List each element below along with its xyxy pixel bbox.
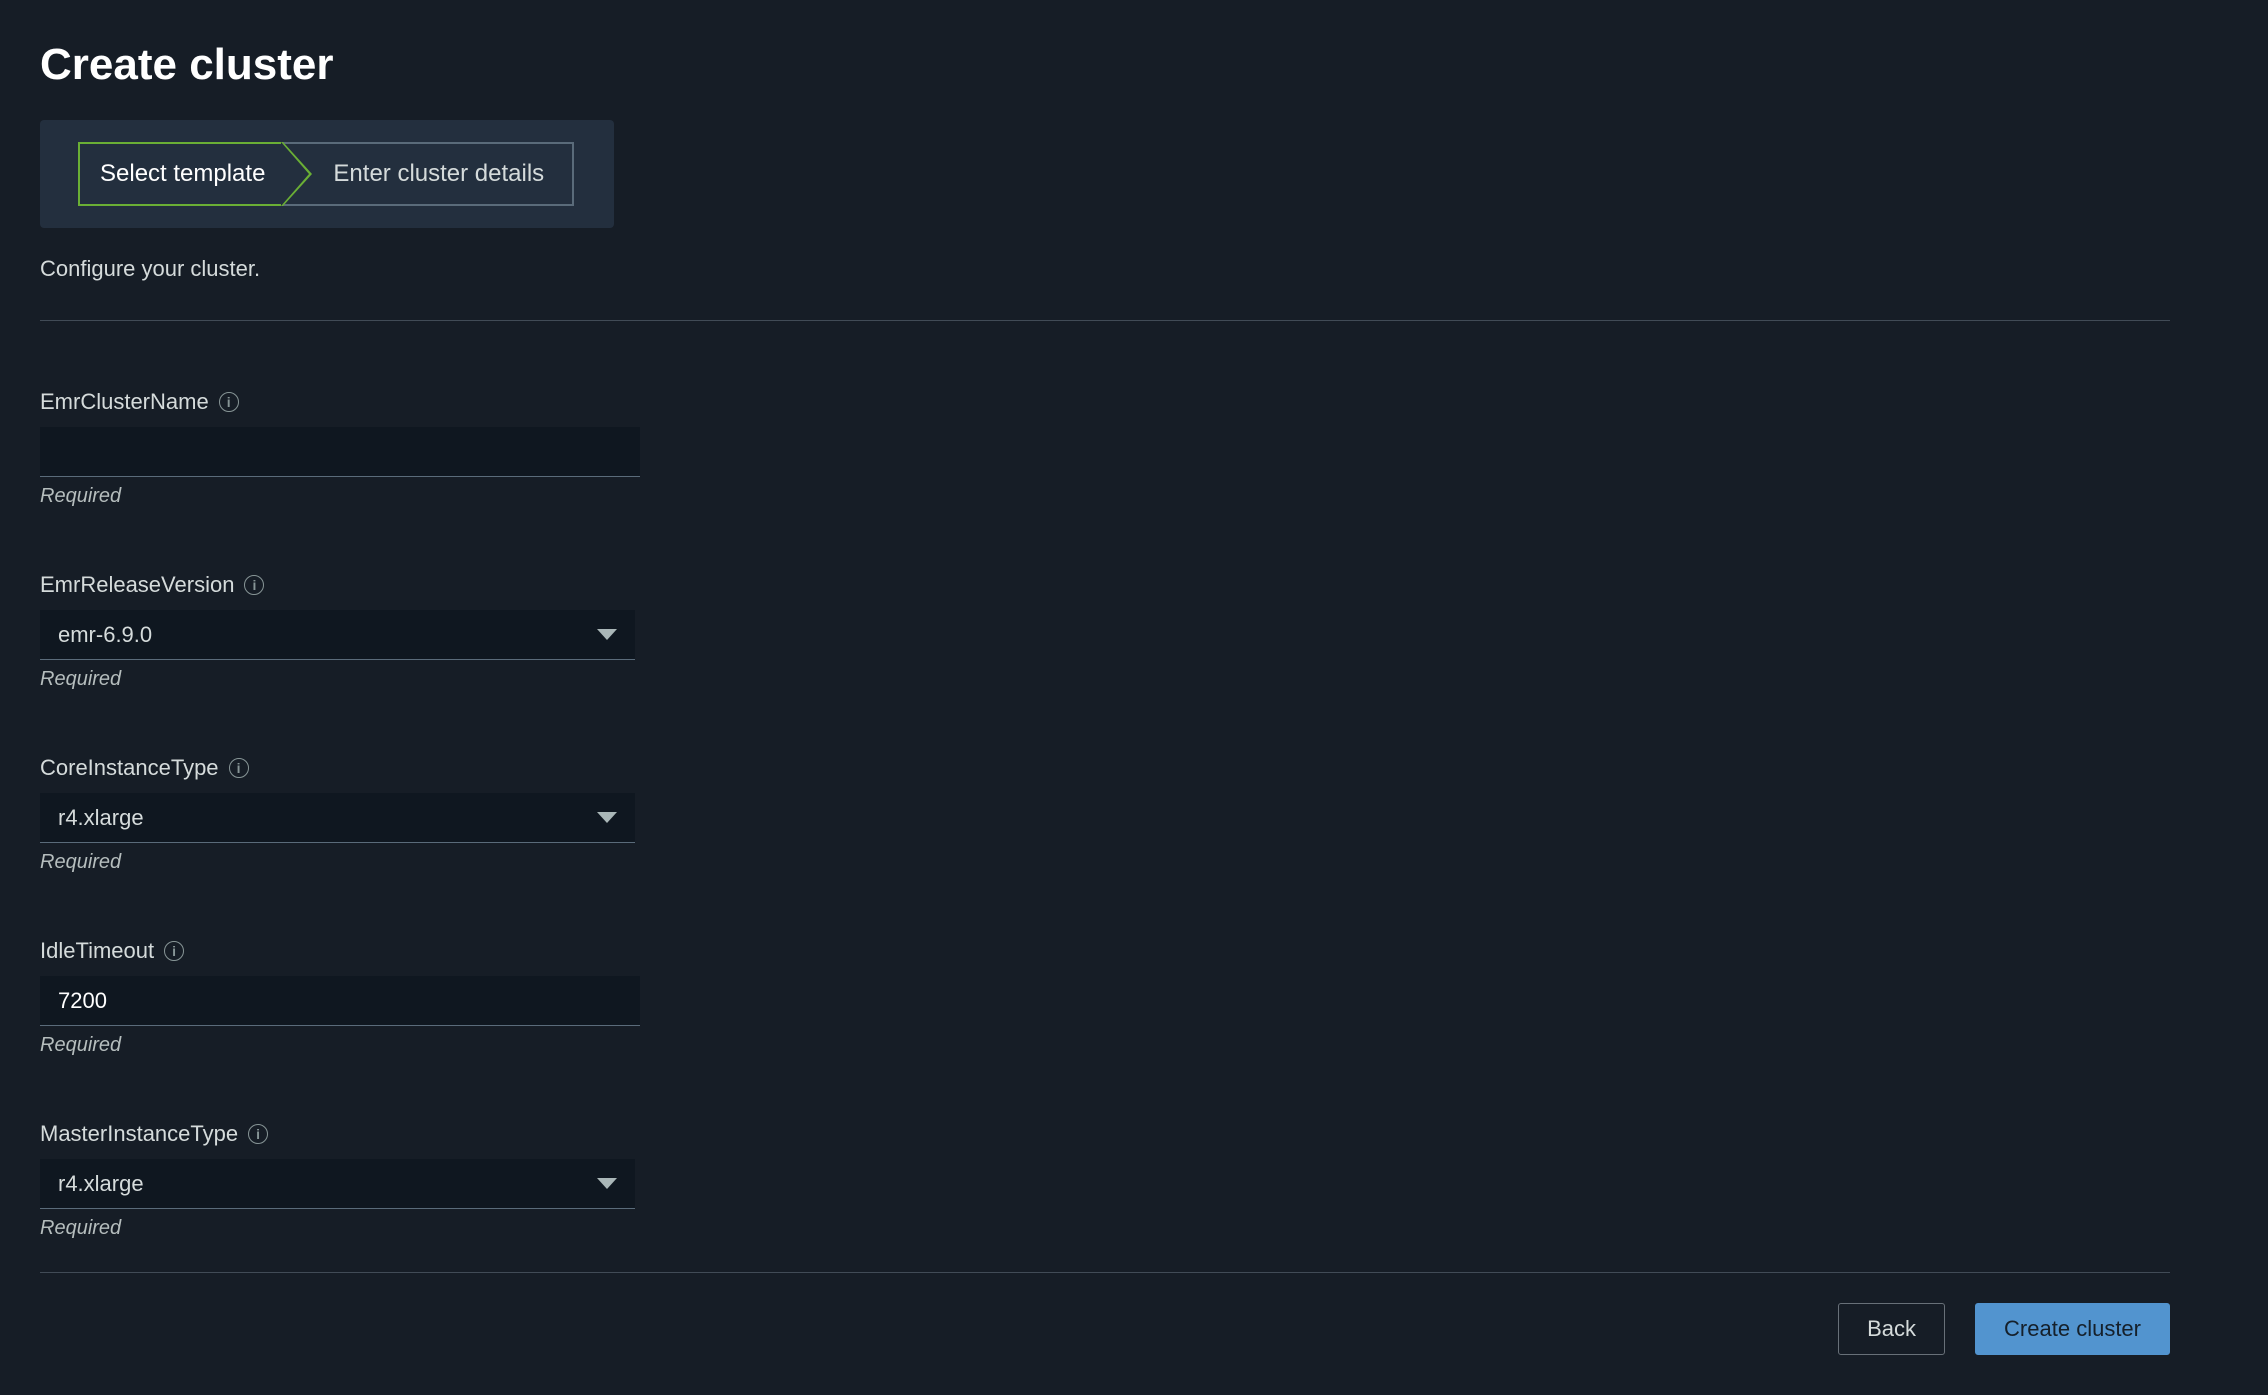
core-instance-type-select[interactable]: r4.xlarge [40,793,635,843]
info-icon[interactable]: i [164,941,184,961]
helper-text: Required [40,851,2170,874]
wizard-step-label: Enter cluster details [333,160,544,188]
field-label: IdleTimeout [40,938,154,964]
select-value: r4.xlarge [58,1171,144,1197]
page-title: Create cluster [40,40,2170,90]
field-core-instance-type: CoreInstanceType i r4.xlarge Required [40,755,2170,874]
wizard-steps: Select template Enter cluster details [40,120,614,228]
info-icon[interactable]: i [219,392,239,412]
wizard-step-enter-cluster-details[interactable]: Enter cluster details [281,142,574,206]
chevron-down-icon [597,629,617,640]
info-icon[interactable]: i [248,1124,268,1144]
field-idle-timeout: IdleTimeout i Required [40,938,2170,1057]
field-label: CoreInstanceType [40,755,219,781]
helper-text: Required [40,1217,2170,1240]
field-emr-cluster-name: EmrClusterName i Required [40,389,2170,508]
back-button[interactable]: Back [1838,1303,1945,1355]
field-emr-release-version: EmrReleaseVersion i emr-6.9.0 Required [40,572,2170,691]
idle-timeout-input[interactable] [40,976,640,1026]
wizard-step-label: Select template [100,160,265,188]
emr-cluster-name-input[interactable] [40,427,640,477]
field-label: EmrClusterName [40,389,209,415]
master-instance-type-select[interactable]: r4.xlarge [40,1159,635,1209]
info-icon[interactable]: i [229,758,249,778]
select-value: r4.xlarge [58,805,144,831]
helper-text: Required [40,485,2170,508]
emr-release-version-select[interactable]: emr-6.9.0 [40,610,635,660]
page-subtext: Configure your cluster. [40,256,2170,282]
divider [40,1272,2170,1273]
create-cluster-button[interactable]: Create cluster [1975,1303,2170,1355]
field-label: EmrReleaseVersion [40,572,234,598]
wizard-step-select-template[interactable]: Select template [78,142,283,206]
select-value: emr-6.9.0 [58,622,152,648]
helper-text: Required [40,1034,2170,1057]
helper-text: Required [40,668,2170,691]
chevron-down-icon [597,1178,617,1189]
button-row: Back Create cluster [40,1303,2170,1355]
field-master-instance-type: MasterInstanceType i r4.xlarge Required [40,1121,2170,1240]
chevron-down-icon [597,812,617,823]
field-label: MasterInstanceType [40,1121,238,1147]
info-icon[interactable]: i [244,575,264,595]
divider [40,320,2170,321]
